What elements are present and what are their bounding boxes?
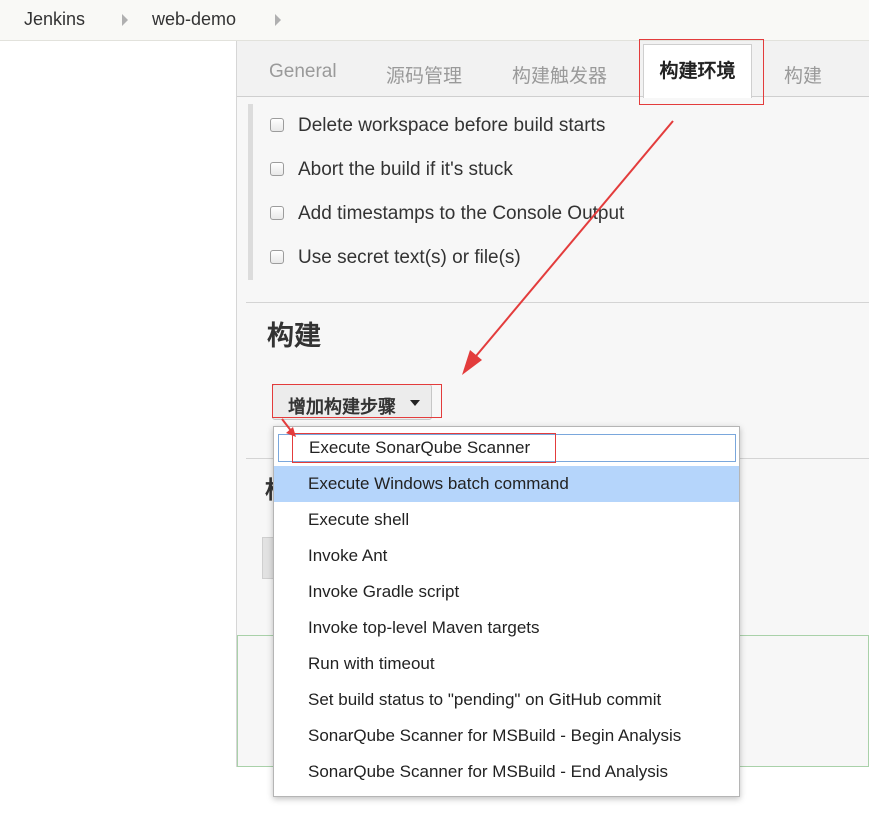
dropdown-item-run-with-timeout[interactable]: Run with timeout [274,646,739,682]
annotation-box-sonarqube [292,433,556,463]
annotation-box-tab [639,39,764,105]
dropdown-item-msbuild-begin[interactable]: SonarQube Scanner for MSBuild - Begin An… [274,718,739,754]
dropdown-item-github-pending[interactable]: Set build status to "pending" on GitHub … [274,682,739,718]
checkbox-secret-text[interactable] [270,250,284,264]
dropdown-item-windows-batch[interactable]: Execute Windows batch command [274,466,739,502]
breadcrumb: Jenkins web-demo [0,0,869,41]
dropdown-item-invoke-ant[interactable]: Invoke Ant [274,538,739,574]
dropdown-item-msbuild-end[interactable]: SonarQube Scanner for MSBuild - End Anal… [274,754,739,790]
option-label: Abort the build if it's stuck [298,159,513,180]
dropdown-item-invoke-maven[interactable]: Invoke top-level Maven targets [274,610,739,646]
section-divider [246,302,869,303]
checkbox-add-timestamps[interactable] [270,206,284,220]
option-label: Add timestamps to the Console Output [298,203,625,224]
tab-build[interactable]: 构建 [784,61,822,88]
checkbox-abort-stuck[interactable] [270,162,284,176]
option-label: Delete workspace before build starts [298,115,606,136]
build-step-dropdown[interactable]: Execute SonarQube Scanner Execute Window… [273,426,740,797]
breadcrumb-web-demo[interactable]: web-demo [152,9,236,30]
breadcrumb-jenkins[interactable]: Jenkins [24,9,85,30]
breadcrumb-chevron-icon [122,14,128,26]
dropdown-item-invoke-gradle[interactable]: Invoke Gradle script [274,574,739,610]
breadcrumb-chevron-icon[interactable] [275,14,281,26]
tab-build-triggers[interactable]: 构建触发器 [512,61,607,88]
tab-scm[interactable]: 源码管理 [386,61,462,88]
tab-general[interactable]: General [269,61,337,83]
option-label: Use secret text(s) or file(s) [298,247,521,268]
checkbox-delete-workspace[interactable] [270,118,284,132]
dropdown-item-execute-shell[interactable]: Execute shell [274,502,739,538]
annotation-box-add-step [272,384,442,418]
build-section-heading: 构建 [267,321,321,351]
